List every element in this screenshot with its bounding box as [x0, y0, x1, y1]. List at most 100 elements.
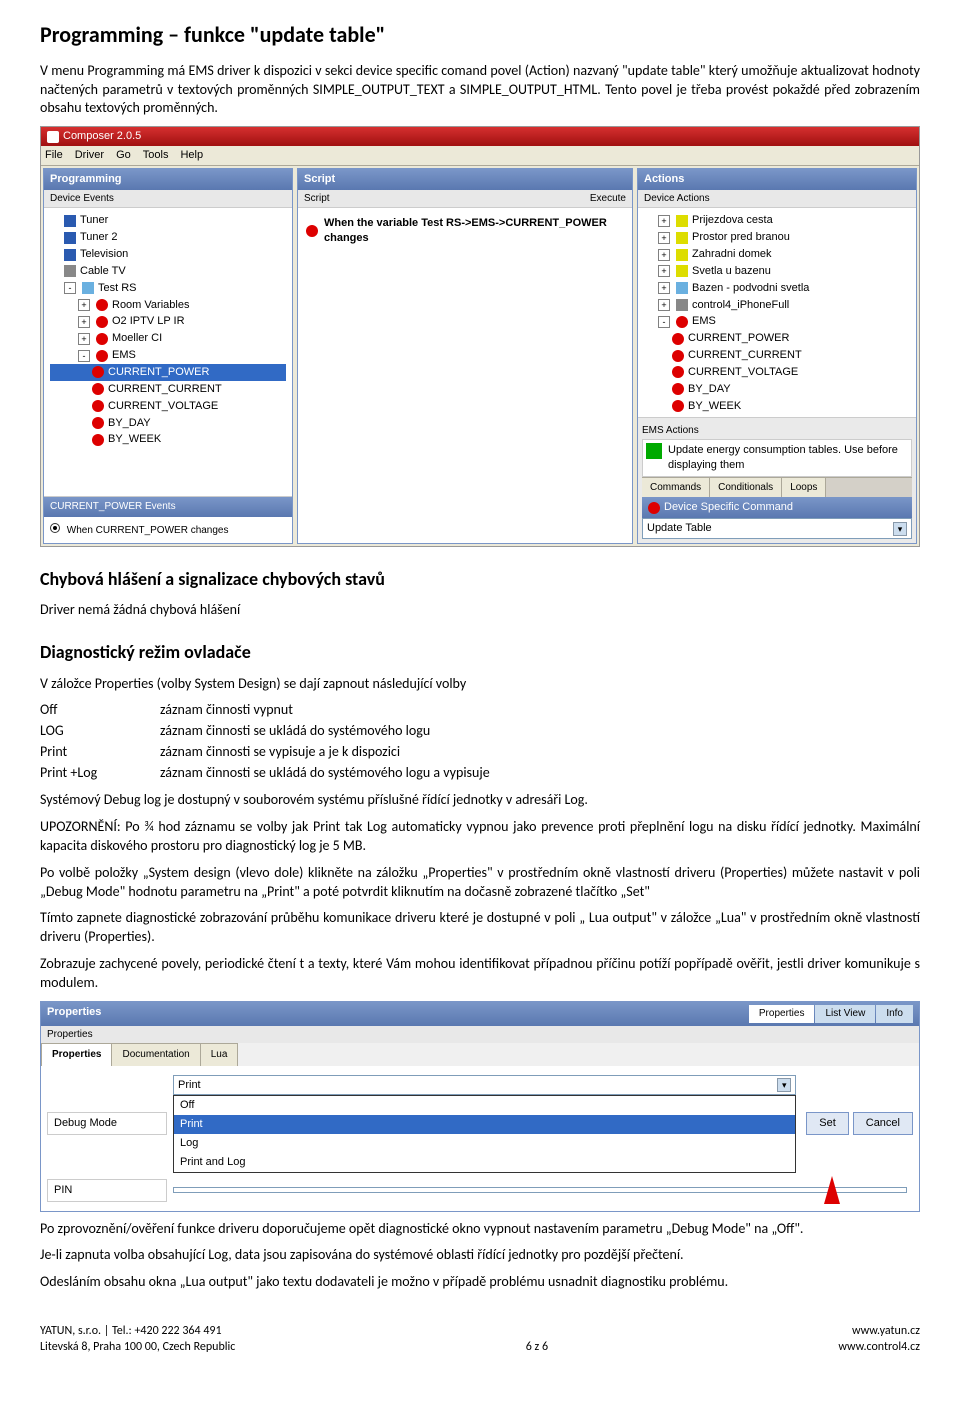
expand-icon[interactable]: +: [78, 316, 90, 328]
tree-item-label: CURRENT_CURRENT: [108, 382, 222, 397]
tab-loops[interactable]: Loops: [782, 478, 826, 498]
collapse-icon[interactable]: -: [658, 316, 670, 328]
tree-item[interactable]: CURRENT_VOLTAGE: [50, 398, 286, 415]
node-icon: [92, 400, 104, 412]
expand-icon[interactable]: +: [78, 299, 90, 311]
radio-label[interactable]: When CURRENT_POWER changes: [67, 525, 229, 536]
menu-go[interactable]: Go: [116, 148, 131, 163]
tab-commands[interactable]: Commands: [642, 478, 710, 498]
composer-window: Composer 2.0.5 File Driver Go Tools Help…: [40, 126, 920, 547]
tree-item-label: Tuner 2: [80, 230, 118, 245]
ptab-properties[interactable]: Properties: [41, 1043, 112, 1066]
tree-item[interactable]: + Prijezdova cesta: [644, 212, 910, 229]
node-icon: [96, 333, 108, 345]
menu-driver[interactable]: Driver: [75, 148, 104, 163]
tree-item-label: Room Variables: [112, 298, 189, 313]
collapse-icon[interactable]: -: [64, 282, 76, 294]
tree-item-label: Prijezdova cesta: [692, 213, 773, 228]
properties-panel: Properties Properties List View Info Pro…: [40, 1001, 920, 1212]
paragraph-debug-log: Systémový Debug log je dostupný v soubor…: [40, 791, 920, 810]
option-off[interactable]: Off: [174, 1096, 795, 1115]
page-footer: YATUN, s.r.o. | Tel.: +420 222 364 491 L…: [40, 1316, 920, 1355]
node-icon: [92, 383, 104, 395]
expand-icon[interactable]: +: [658, 215, 670, 227]
rtab-properties[interactable]: Properties: [749, 1005, 815, 1023]
tree-item[interactable]: +Zahradni domek: [644, 246, 910, 263]
tree-item[interactable]: Tuner 2: [50, 229, 286, 246]
chevron-down-icon[interactable]: ▾: [777, 1078, 791, 1092]
node-icon: [82, 282, 94, 294]
events-header: CURRENT_POWER Events: [44, 497, 292, 517]
tree-item[interactable]: CURRENT_POWER: [50, 364, 286, 381]
node-icon: [676, 249, 688, 261]
panel-script: Script Script Execute When the variable …: [297, 168, 633, 544]
menu-file[interactable]: File: [45, 148, 63, 163]
tree-item[interactable]: BY_WEEK: [644, 398, 910, 415]
option-print[interactable]: Print: [174, 1115, 795, 1134]
rtab-listview[interactable]: List View: [815, 1005, 875, 1023]
rtab-info[interactable]: Info: [876, 1005, 913, 1023]
ptab-documentation[interactable]: Documentation: [111, 1043, 200, 1066]
tree-item[interactable]: CURRENT_CURRENT: [50, 381, 286, 398]
expand-icon[interactable]: +: [658, 299, 670, 311]
update-table-dropdown[interactable]: Update Table ▾: [642, 518, 912, 539]
tree-item[interactable]: CURRENT_CURRENT: [644, 347, 910, 364]
tree-item[interactable]: BY_WEEK: [50, 431, 286, 448]
tree-item-label: BY_DAY: [108, 416, 151, 431]
tree-item[interactable]: +Moeller CI: [50, 330, 286, 347]
tree-item[interactable]: +Prostor pred branou: [644, 229, 910, 246]
cancel-button[interactable]: Cancel: [853, 1112, 913, 1135]
node-icon: [64, 249, 76, 261]
script-when-line: When the variable Test RS->EMS->CURRENT_…: [324, 216, 624, 246]
footer-url2: www.control4.cz: [838, 1340, 920, 1356]
menu-help[interactable]: Help: [180, 148, 203, 163]
ems-action-text: Update energy consumption tables. Use be…: [668, 443, 908, 473]
expand-icon[interactable]: +: [658, 249, 670, 261]
properties-sublabel: Properties: [41, 1026, 919, 1044]
tree-device-events[interactable]: TunerTuner 2TelevisionCable TV-Test RS + R…: [44, 208, 292, 496]
tree-item[interactable]: -Test RS: [50, 280, 286, 297]
menu-tools[interactable]: Tools: [143, 148, 169, 163]
expand-icon[interactable]: +: [658, 265, 670, 277]
tree-item-label: CURRENT_POWER: [108, 365, 209, 380]
debugmode-select[interactable]: Print ▾: [173, 1075, 796, 1096]
option-log[interactable]: Log: [174, 1134, 795, 1153]
tree-item[interactable]: +O2 IPTV LP IR: [50, 313, 286, 330]
tree-item-label: Svetla u bazenu: [692, 264, 771, 279]
debugmode-options[interactable]: Off Print Log Print and Log: [173, 1095, 796, 1172]
tree-item[interactable]: + Room Variables: [50, 297, 286, 314]
ems-actions-label: EMS Actions: [642, 422, 912, 440]
pin-input[interactable]: [173, 1187, 907, 1193]
node-icon: [92, 417, 104, 429]
sub-device-actions: Device Actions: [638, 190, 916, 209]
collapse-icon[interactable]: -: [78, 350, 90, 362]
tree-item[interactable]: +control4_iPhoneFull: [644, 297, 910, 314]
tab-conditionals[interactable]: Conditionals: [710, 478, 782, 498]
tree-item[interactable]: Tuner: [50, 212, 286, 229]
tree-item[interactable]: CURRENT_POWER: [644, 330, 910, 347]
expand-icon[interactable]: +: [78, 333, 90, 345]
tree-item[interactable]: - EMS: [50, 347, 286, 364]
node-icon: [676, 215, 688, 227]
chevron-down-icon[interactable]: ▾: [893, 522, 907, 536]
node-icon: [676, 316, 688, 328]
tree-item[interactable]: Cable TV: [50, 263, 286, 280]
tree-item[interactable]: + Svetla u bazenu: [644, 263, 910, 280]
ptab-lua[interactable]: Lua: [200, 1043, 239, 1066]
tree-item[interactable]: Television: [50, 246, 286, 263]
tree-item[interactable]: BY_DAY: [50, 415, 286, 432]
tree-item[interactable]: -EMS: [644, 313, 910, 330]
tree-item-label: CURRENT_VOLTAGE: [688, 365, 798, 380]
set-button[interactable]: Set: [806, 1112, 849, 1135]
tree-item[interactable]: BY_DAY: [644, 381, 910, 398]
tree-item-label: EMS: [112, 348, 136, 363]
footer-url1: www.yatun.cz: [838, 1324, 920, 1340]
option-printlog[interactable]: Print and Log: [174, 1153, 795, 1172]
expand-icon[interactable]: +: [658, 232, 670, 244]
tree-item[interactable]: CURRENT_VOLTAGE: [644, 364, 910, 381]
expand-icon[interactable]: +: [658, 282, 670, 294]
execute-button[interactable]: Execute: [590, 192, 626, 206]
tree-item[interactable]: +Bazen - podvodni svetla: [644, 280, 910, 297]
tree-device-actions[interactable]: + Prijezdova cesta+Prostor pred branou+Za…: [638, 208, 916, 416]
radio-icon[interactable]: [50, 523, 60, 533]
